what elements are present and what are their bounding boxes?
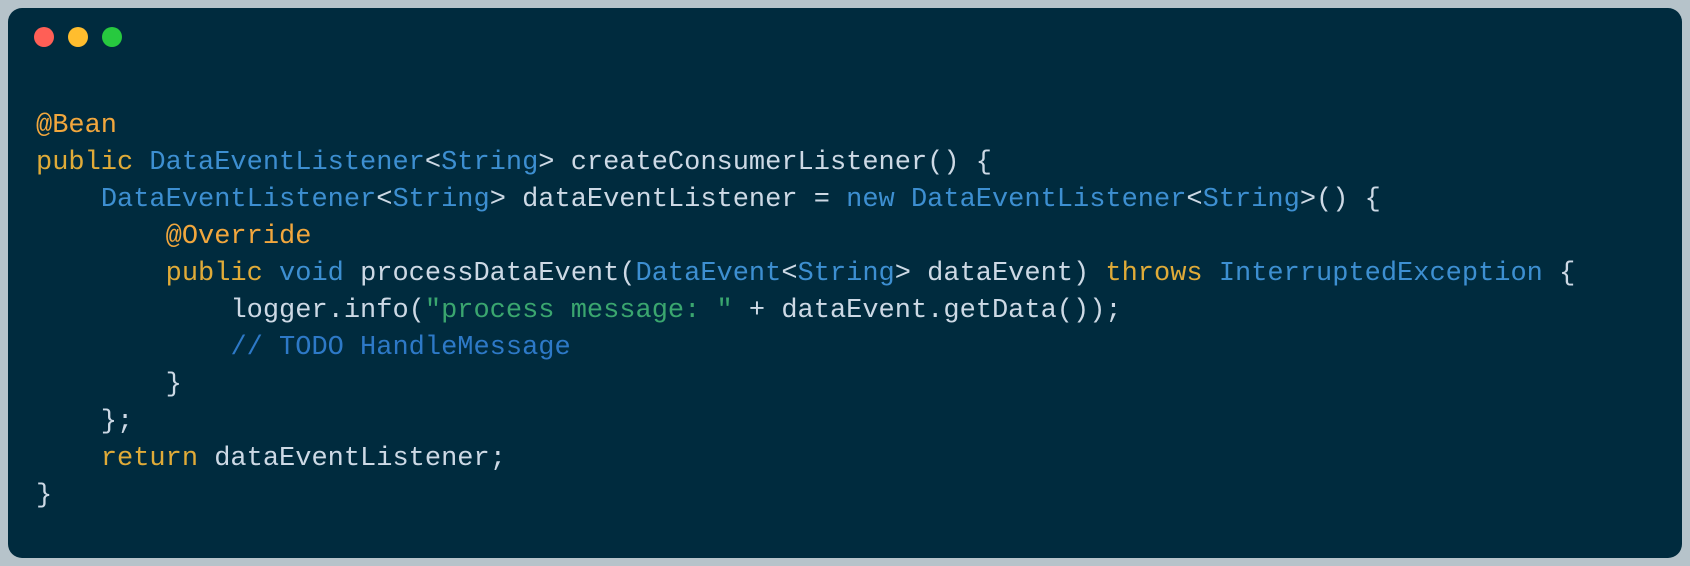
paren-open: ( — [409, 296, 425, 326]
code-line-5: public void processDataEvent(DataEvent<S… — [36, 259, 1575, 289]
type-DataEventListener: DataEventListener — [911, 185, 1186, 215]
ident-dataEvent: dataEvent — [781, 296, 927, 326]
kw-new: new — [846, 185, 895, 215]
window-titlebar — [8, 8, 1682, 66]
minimize-icon[interactable] — [68, 27, 88, 47]
space — [895, 185, 911, 215]
space — [1089, 259, 1105, 289]
space — [263, 259, 279, 289]
generic-close: > — [895, 259, 911, 289]
var-name: dataEventListener — [522, 185, 797, 215]
indent — [36, 333, 230, 363]
code-block: @Bean public DataEventListener<String> c… — [8, 66, 1682, 515]
punc: () { — [927, 148, 992, 178]
method-name: createConsumerListener — [571, 148, 927, 178]
generic-close: > — [1300, 185, 1316, 215]
var-name: dataEventListener — [214, 444, 489, 474]
semi: ; — [490, 444, 506, 474]
method-getData: getData — [943, 296, 1056, 326]
indent — [36, 259, 166, 289]
kw-void: void — [279, 259, 344, 289]
annotation-override: @Override — [166, 222, 312, 252]
space — [198, 444, 214, 474]
code-line-11: } — [36, 481, 52, 511]
type-String: String — [798, 259, 895, 289]
space — [1203, 259, 1219, 289]
indent — [36, 185, 101, 215]
code-line-10: return dataEventListener; — [36, 444, 506, 474]
type-String: String — [1203, 185, 1300, 215]
string-literal: "process message: " — [425, 296, 733, 326]
code-line-7: // TODO HandleMessage — [36, 333, 571, 363]
dot: . — [927, 296, 943, 326]
kw-throws: throws — [1105, 259, 1202, 289]
type-DataEventListener: DataEventListener — [149, 148, 424, 178]
punc: ()); — [1057, 296, 1122, 326]
punc: () { — [1316, 185, 1381, 215]
type-InterruptedException: InterruptedException — [1219, 259, 1543, 289]
dot: . — [328, 296, 344, 326]
code-line-2: public DataEventListener<String> createC… — [36, 148, 992, 178]
generic-open: < — [781, 259, 797, 289]
space — [506, 185, 522, 215]
generic-open: < — [425, 148, 441, 178]
code-line-4: @Override — [36, 222, 311, 252]
op-eq: = — [798, 185, 847, 215]
indent — [36, 222, 166, 252]
method-info: info — [344, 296, 409, 326]
code-window: @Bean public DataEventListener<String> c… — [8, 8, 1682, 558]
generic-close: > — [490, 185, 506, 215]
method-name: processDataEvent — [360, 259, 619, 289]
close-icon[interactable] — [34, 27, 54, 47]
annotation-bean: @Bean — [36, 111, 117, 141]
paren-open: ( — [619, 259, 635, 289]
code-line-3: DataEventListener<String> dataEventListe… — [36, 185, 1381, 215]
space — [344, 259, 360, 289]
brace-close: } — [36, 370, 182, 400]
param-name: dataEvent — [927, 259, 1073, 289]
punc: { — [1543, 259, 1575, 289]
generic-open: < — [1186, 185, 1202, 215]
indent — [36, 444, 101, 474]
paren-close: ) — [1073, 259, 1089, 289]
comment-todo: // TODO HandleMessage — [230, 333, 570, 363]
type-DataEventListener: DataEventListener — [101, 185, 376, 215]
kw-public: public — [166, 259, 263, 289]
type-DataEvent: DataEvent — [636, 259, 782, 289]
type-String: String — [392, 185, 489, 215]
kw-public: public — [36, 148, 133, 178]
op-plus: + — [733, 296, 782, 326]
zoom-icon[interactable] — [102, 27, 122, 47]
ident-logger: logger — [230, 296, 327, 326]
code-line-9: }; — [36, 407, 133, 437]
code-line-6: logger.info("process message: " + dataEv… — [36, 296, 1122, 326]
generic-close: > — [538, 148, 554, 178]
brace-close: } — [36, 481, 52, 511]
generic-open: < — [376, 185, 392, 215]
brace-close-semi: }; — [36, 407, 133, 437]
code-line-8: } — [36, 370, 182, 400]
type-String: String — [441, 148, 538, 178]
kw-return: return — [101, 444, 198, 474]
code-line-1: @Bean — [36, 111, 117, 141]
space — [911, 259, 927, 289]
indent — [36, 296, 230, 326]
